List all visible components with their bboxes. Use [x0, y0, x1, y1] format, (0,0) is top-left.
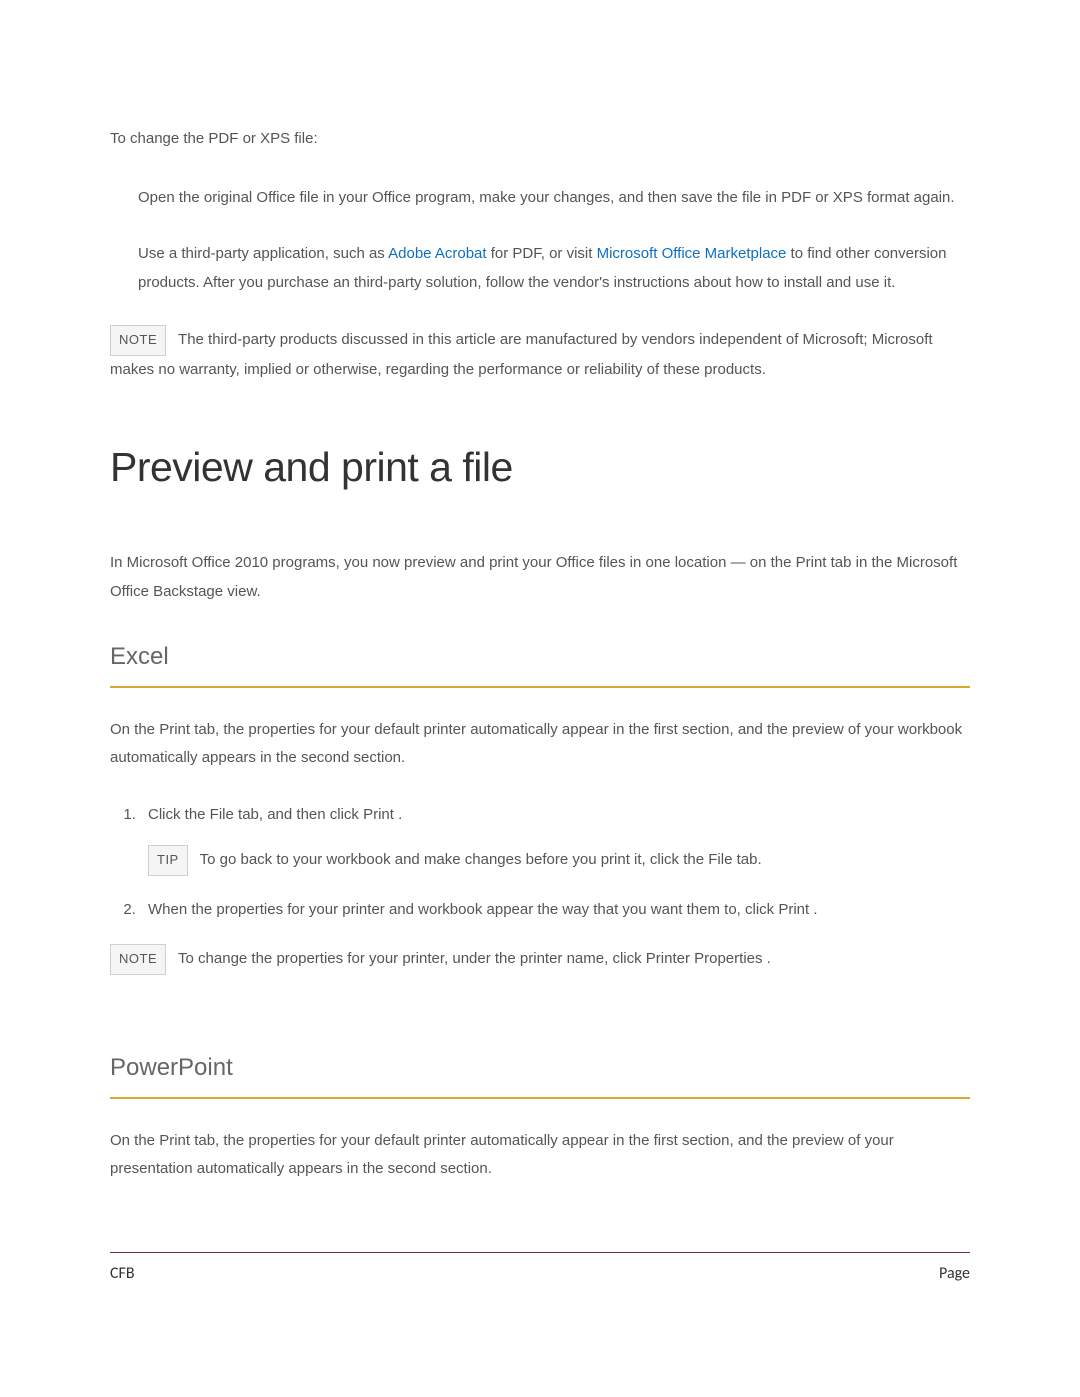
note-paragraph-2: NOTE To change the properties for your p… — [110, 944, 970, 975]
excel-steps-list: Click the File tab, and then click Print… — [140, 801, 970, 925]
note-badge-2: NOTE — [110, 944, 166, 975]
excel-paragraph: On the Print tab, the properties for you… — [110, 716, 970, 773]
office-marketplace-link[interactable]: Microsoft Office Marketplace — [597, 245, 787, 262]
note-badge: NOTE — [110, 325, 166, 356]
note-paragraph-1: NOTE The third-party products discussed … — [110, 325, 970, 384]
powerpoint-heading: PowerPoint — [110, 1045, 970, 1099]
powerpoint-paragraph: On the Print tab, the properties for you… — [110, 1127, 970, 1184]
note-text-1: The third-party products discussed in th… — [110, 331, 933, 378]
excel-heading: Excel — [110, 634, 970, 688]
tip-text: To go back to your workbook and make cha… — [200, 851, 762, 868]
step-1-text: Click the File tab, and then click Print… — [148, 806, 402, 823]
footer-right: Page — [939, 1259, 970, 1289]
step-2: When the properties for your printer and… — [140, 896, 970, 925]
intro-paragraph-2: In Microsoft Office 2010 programs, you n… — [110, 549, 970, 606]
adobe-acrobat-link[interactable]: Adobe Acrobat — [388, 245, 486, 262]
note-text-2: To change the properties for your printe… — [178, 950, 771, 967]
indented-paragraph-1: Open the original Office file in your Of… — [138, 184, 970, 213]
footer-left: CFB — [110, 1259, 135, 1289]
p2-pre: Use a third-party application, such as — [138, 245, 388, 262]
tip-line: TIP To go back to your workbook and make… — [148, 845, 970, 876]
indented-block: Open the original Office file in your Of… — [138, 184, 970, 298]
intro-text: To change the PDF or XPS file: — [110, 125, 970, 154]
step-1: Click the File tab, and then click Print… — [140, 801, 970, 876]
page-footer: CFB Page — [110, 1252, 970, 1289]
indented-paragraph-2: Use a third-party application, such as A… — [138, 240, 970, 297]
p2-mid: for PDF, or visit — [487, 245, 597, 262]
main-heading: Preview and print a file — [110, 429, 970, 507]
tip-badge: TIP — [148, 845, 188, 876]
step-2-text: When the properties for your printer and… — [148, 901, 818, 918]
